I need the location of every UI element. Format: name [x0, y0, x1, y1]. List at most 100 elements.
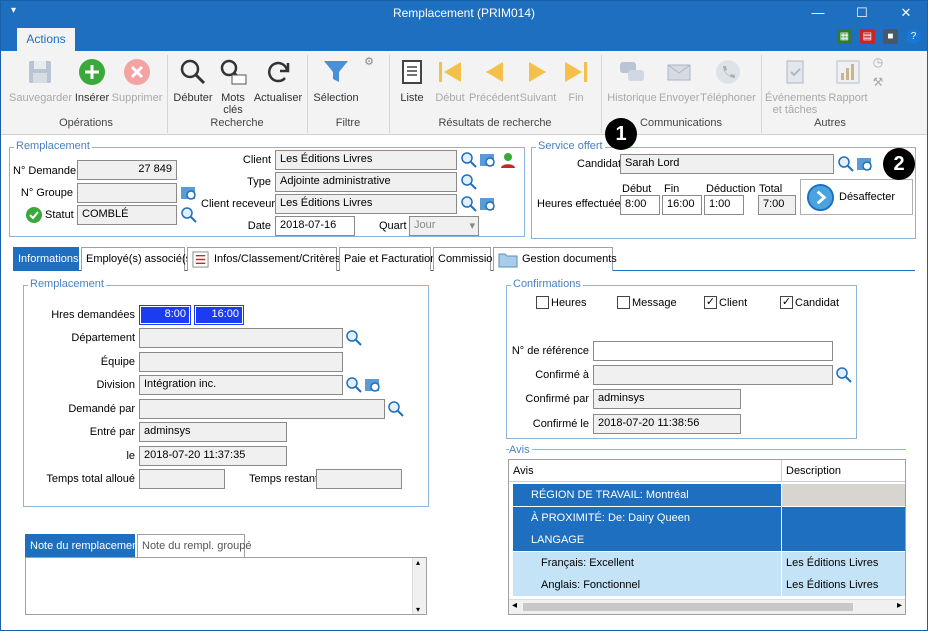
close-button[interactable]: ✕: [891, 3, 921, 23]
fin-field[interactable]: 16:00: [662, 195, 702, 215]
description-col-header[interactable]: Description: [781, 460, 905, 481]
candidat-checkbox[interactable]: ✓: [780, 296, 793, 309]
client-field[interactable]: Les Éditions Livres: [275, 150, 457, 170]
folder-search-icon[interactable]: [479, 151, 497, 169]
filter-settings-icon[interactable]: ⚙: [361, 55, 377, 68]
hres-debut-field[interactable]: 8:00: [139, 305, 191, 325]
equipe-field[interactable]: [139, 352, 343, 372]
avis-col-header[interactable]: Avis: [509, 460, 781, 481]
vertical-scrollbar[interactable]: ▴ ▾: [412, 558, 426, 614]
search-icon[interactable]: [345, 329, 363, 347]
candidat-field[interactable]: Sarah Lord: [620, 154, 834, 174]
tab-paie-facturation[interactable]: Paie et Facturation: [339, 247, 436, 271]
reference-field[interactable]: [593, 341, 833, 361]
events-tasks-button[interactable]: Événements et tâches: [765, 57, 827, 116]
events-label-1: Événements: [765, 92, 827, 104]
confirme-par-field[interactable]: adminsys: [593, 389, 741, 409]
note-textarea[interactable]: ▴ ▾: [25, 557, 427, 615]
funnel-icon: [324, 61, 348, 82]
scroll-down-icon[interactable]: ▾: [416, 605, 420, 614]
selection-button[interactable]: Sélection: [311, 57, 361, 104]
tab-informations[interactable]: Informations: [13, 247, 79, 271]
quart-select[interactable]: Jour ▾: [409, 216, 479, 236]
scrollbar-thumb[interactable]: [523, 603, 853, 611]
previous-button[interactable]: Précédent: [469, 57, 519, 104]
le-field[interactable]: 2018-07-20 11:37:35: [139, 446, 287, 466]
list-button[interactable]: Liste: [395, 57, 429, 104]
history-button[interactable]: Historique: [605, 57, 659, 104]
type-field[interactable]: Adjointe administrative: [275, 172, 457, 192]
horizontal-scrollbar[interactable]: ◂ ▸: [509, 599, 905, 614]
next-button[interactable]: Suivant: [519, 57, 557, 104]
folder-search-icon[interactable]: [479, 195, 497, 213]
division-field[interactable]: Intégration inc.: [139, 375, 343, 395]
tab-commission[interactable]: Commission: [433, 247, 499, 271]
search-icon[interactable]: [460, 195, 478, 213]
group-lookup-icon[interactable]: [180, 184, 198, 202]
tab-actions[interactable]: Actions: [17, 28, 75, 51]
table-row[interactable]: Anglais: Fonctionnel Les Éditions Livres: [509, 574, 905, 596]
keywords-button[interactable]: Mots clés: [217, 57, 249, 116]
scroll-right-icon[interactable]: ▸: [897, 600, 902, 611]
last-button[interactable]: Fin: [559, 57, 593, 104]
client-checkbox[interactable]: ✓: [704, 296, 717, 309]
client-receveur-field[interactable]: Les Éditions Livres: [275, 194, 457, 214]
search-icon[interactable]: [460, 173, 478, 191]
delete-button[interactable]: Supprimer: [111, 57, 163, 104]
table-row[interactable]: À PROXIMITÉ: De: Dairy Queen: [509, 507, 905, 529]
table-row[interactable]: LANGAGE: [509, 529, 905, 551]
help-icon[interactable]: ?: [906, 29, 921, 44]
departement-field[interactable]: [139, 328, 343, 348]
heures-checkbox[interactable]: [536, 296, 549, 309]
contact-icon[interactable]: [499, 151, 517, 169]
total-field[interactable]: 7:00: [758, 195, 796, 215]
confirme-le-field[interactable]: 2018-07-20 11:38:56: [593, 414, 741, 434]
hres-fin-field[interactable]: 16:00: [194, 305, 244, 325]
confirme-a-field[interactable]: [593, 365, 833, 385]
clock-icon[interactable]: ◷: [869, 55, 887, 69]
folder-search-icon[interactable]: [856, 155, 874, 173]
first-button[interactable]: Début: [433, 57, 467, 104]
table-row[interactable]: RÉGION DE TRAVAIL: Montréal: [509, 484, 905, 506]
temps-restant-field[interactable]: [316, 469, 402, 489]
tab-note-groupe[interactable]: Note du rempl. groupé: [137, 534, 251, 557]
message-checkbox[interactable]: [617, 296, 630, 309]
phone-button[interactable]: Téléphoner: [699, 57, 757, 104]
search-icon[interactable]: [387, 400, 405, 418]
no-groupe-field[interactable]: [77, 183, 177, 203]
statut-field[interactable]: COMBLÉ: [77, 205, 177, 225]
calculator-icon[interactable]: ▦: [836, 29, 852, 44]
calendar-icon[interactable]: ▤: [859, 29, 875, 44]
insert-button[interactable]: Insérer: [73, 57, 111, 104]
temps-total-field[interactable]: [139, 469, 225, 489]
search-start-button[interactable]: Débuter: [171, 57, 215, 104]
tab-note-remplacement[interactable]: Note du remplacement: [25, 534, 141, 557]
debut-field[interactable]: 8:00: [620, 195, 660, 215]
scroll-left-icon[interactable]: ◂: [512, 600, 517, 611]
demande-par-field[interactable]: [139, 399, 385, 419]
save-button[interactable]: Sauvegarder: [9, 57, 72, 104]
refresh-button[interactable]: Actualiser: [253, 57, 303, 104]
maximize-button[interactable]: ☐: [847, 3, 877, 23]
lock-icon[interactable]: ■: [882, 29, 898, 44]
search-icon[interactable]: [835, 366, 853, 384]
no-demande-field[interactable]: 27 849: [77, 160, 177, 180]
tab-employes-associes[interactable]: Employé(s) associé(s): [81, 247, 195, 271]
table-row[interactable]: Français: Excellent Les Éditions Livres: [509, 552, 905, 574]
search-icon[interactable]: [460, 151, 478, 169]
entre-par-field[interactable]: adminsys: [139, 422, 287, 442]
search-icon[interactable]: [345, 376, 363, 394]
tools-icon[interactable]: ⚒: [869, 75, 887, 89]
send-button[interactable]: Envoyer: [659, 57, 699, 104]
search-icon[interactable]: [837, 155, 855, 173]
date-field[interactable]: 2018-07-16: [275, 216, 355, 236]
desaffecter-button[interactable]: Désaffecter: [800, 179, 913, 215]
tab-infos-classement[interactable]: Infos/Classement/Critères: [187, 247, 341, 271]
report-button[interactable]: Rapport: [827, 57, 869, 104]
deduction-field[interactable]: 1:00: [704, 195, 744, 215]
tab-gestion-documents[interactable]: Gestion documents: [493, 247, 617, 271]
search-icon[interactable]: [180, 206, 198, 224]
minimize-button[interactable]: —: [803, 3, 833, 23]
scroll-up-icon[interactable]: ▴: [416, 558, 420, 567]
folder-search-icon[interactable]: [364, 376, 382, 394]
